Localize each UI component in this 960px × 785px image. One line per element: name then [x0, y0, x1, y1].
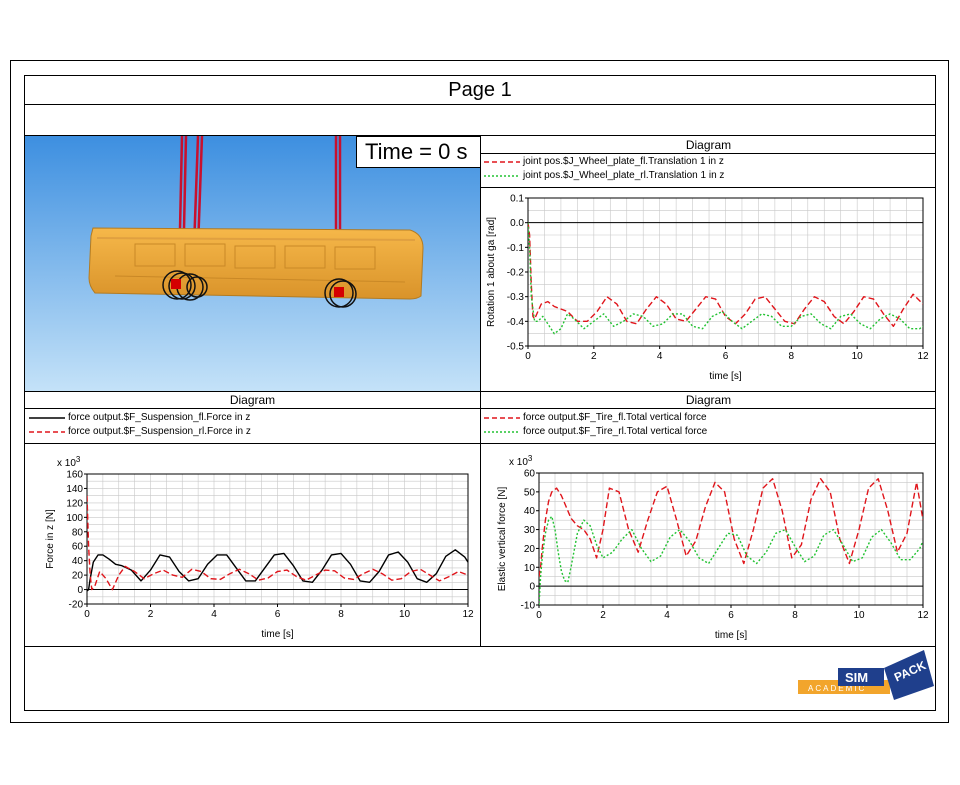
- x-tick-label: 6: [275, 609, 281, 620]
- legend-rotation: joint pos.$J_Wheel_plate_fl.Translation …: [484, 155, 724, 183]
- y-tick-label: 0: [77, 585, 83, 596]
- x-tick-label: 10: [853, 610, 865, 621]
- legend-label: force output.$F_Suspension_fl.Force in z: [68, 412, 251, 423]
- y-axis-label: Force in z [N]: [45, 509, 56, 569]
- legend-item: force output.$F_Tire_rl.Total vertical f…: [484, 425, 707, 439]
- panel-title-suspension: Diagram: [229, 393, 276, 407]
- x-tick-label: 4: [211, 609, 217, 620]
- y-tick-label: 50: [524, 487, 536, 498]
- y-tick-label: 0: [529, 582, 535, 593]
- y-tick-label: -20: [69, 600, 84, 611]
- bus-body: [88, 227, 424, 300]
- x-tick-label: 8: [792, 610, 798, 621]
- legend-label: force output.$F_Tire_rl.Total vertical f…: [523, 426, 708, 437]
- y-tick-label: 120: [66, 498, 83, 509]
- x-tick-label: 0: [536, 610, 542, 621]
- y-tick-label: -0.2: [507, 268, 525, 279]
- panel-bottom-title-line: [24, 408, 936, 409]
- y-tick-label: 30: [524, 525, 536, 536]
- panel-title-rotation: Diagram: [685, 138, 732, 152]
- simpack-academic-logo: ACADEMIC SIM PACK: [798, 650, 934, 702]
- x-tick-label: 12: [917, 351, 929, 362]
- x-tick-label: 6: [728, 610, 734, 621]
- legend-item: force output.$F_Tire_fl.Total vertical f…: [484, 411, 707, 425]
- y-tick-label: 10: [524, 563, 536, 574]
- panel-title-tire: Diagram: [685, 393, 732, 407]
- legend-label: joint pos.$J_Wheel_plate_rl.Translation …: [523, 170, 725, 181]
- page-title: Page 1: [448, 79, 512, 101]
- legend-tire: force output.$F_Tire_fl.Total vertical f…: [484, 411, 707, 439]
- legend-item: force output.$F_Suspension_fl.Force in z: [29, 411, 251, 425]
- axis-multiplier: x 103: [57, 455, 81, 469]
- animation-viewport[interactable]: [25, 136, 480, 391]
- y-tick-label: -0.1: [507, 243, 525, 254]
- y-tick-label: 140: [66, 484, 83, 495]
- y-tick-label: 0.0: [510, 218, 524, 229]
- x-tick-label: 2: [148, 609, 154, 620]
- y-tick-label: 40: [72, 556, 84, 567]
- x-tick-label: 8: [789, 351, 795, 362]
- bus-scene: [25, 136, 480, 391]
- x-tick-label: 12: [462, 609, 474, 620]
- y-tick-label: -10: [521, 601, 536, 612]
- y-tick-label: -0.3: [507, 292, 525, 303]
- panel-tr-title-line: [480, 153, 936, 154]
- legend-item: joint pos.$J_Wheel_plate_fl.Translation …: [484, 155, 724, 169]
- x-tick-label: 4: [664, 610, 670, 621]
- x-tick-label: 2: [591, 351, 597, 362]
- y-tick-label: 20: [524, 544, 536, 555]
- y-tick-label: 60: [524, 469, 536, 480]
- rotation-chart: 0 2 4 6 8 10 12 -0.5 -0.4 -0.3 -0.2 -0.1 0.0 0.1 time …: [486, 194, 929, 383]
- legend-item: force output.$F_Suspension_rl.Force in z: [29, 425, 251, 439]
- y-tick-label: 80: [72, 527, 84, 538]
- legend-label: joint pos.$J_Wheel_plate_fl.Translation …: [523, 156, 724, 167]
- y-tick-label: 40: [524, 506, 536, 517]
- x-tick-label: 8: [338, 609, 344, 620]
- tire-force-chart: 0 2 4 6 8 10 12-100102030405060time [s]Elastic…: [497, 454, 929, 641]
- title-divider: [24, 104, 936, 105]
- x-tick-label: 10: [399, 609, 411, 620]
- y-axis-label: Rotation 1 about ga [rad]: [486, 217, 497, 327]
- logo-sim-text: SIM: [845, 670, 868, 685]
- time-readout: Time = 0 s: [356, 136, 481, 168]
- y-tick-label: 160: [66, 470, 83, 481]
- x-tick-label: 6: [723, 351, 729, 362]
- y-tick-label: 0.1: [510, 194, 524, 205]
- axis-multiplier: x 103: [509, 454, 533, 468]
- legend-item: joint pos.$J_Wheel_plate_rl.Translation …: [484, 169, 724, 183]
- x-tick-label: 12: [917, 610, 929, 621]
- x-tick-label: 0: [525, 351, 531, 362]
- legend-label: force output.$F_Tire_fl.Total vertical f…: [523, 412, 707, 423]
- legend-label: force output.$F_Suspension_rl.Force in z: [68, 426, 251, 437]
- y-tick-label: 100: [66, 513, 83, 524]
- suspension-force-chart: 0 2 4 6 8 10 12-20020406080100120140160time [s…: [45, 455, 474, 640]
- legend-suspension: force output.$F_Suspension_fl.Force in z…: [29, 411, 251, 439]
- y-tick-label: 60: [72, 542, 84, 553]
- x-tick-label: 10: [852, 351, 864, 362]
- y-axis-label: Elastic vertical force [N]: [497, 487, 508, 592]
- y-tick-label: -0.5: [507, 342, 525, 353]
- y-tick-label: 20: [72, 571, 84, 582]
- footer-divider: [24, 646, 936, 647]
- x-tick-label: 4: [657, 351, 663, 362]
- x-axis-label: time [s]: [709, 371, 741, 382]
- x-axis-label: time [s]: [261, 629, 293, 640]
- x-axis-label: time [s]: [715, 630, 747, 641]
- x-tick-label: 0: [84, 609, 90, 620]
- x-tick-label: 2: [600, 610, 606, 621]
- y-tick-label: -0.4: [507, 317, 525, 328]
